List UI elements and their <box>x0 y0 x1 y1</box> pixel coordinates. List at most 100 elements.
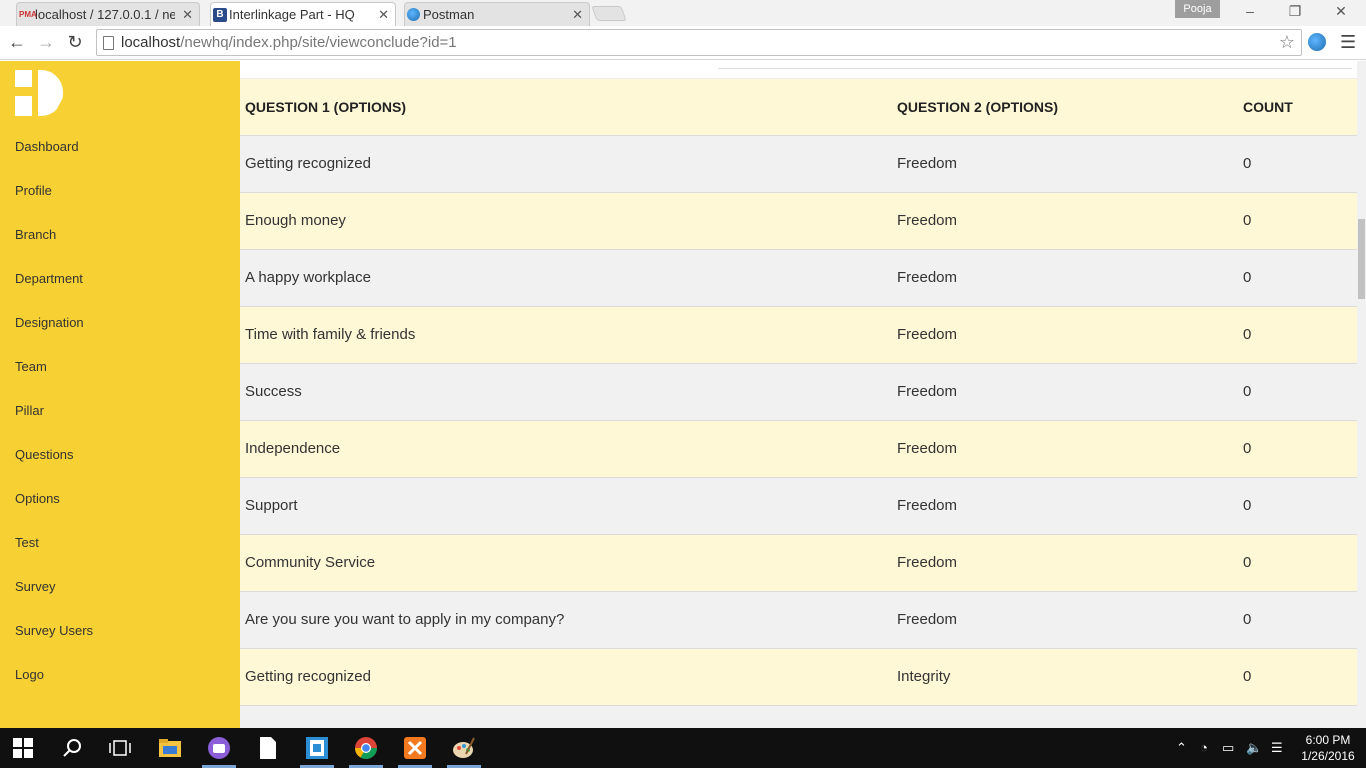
sidebar-item-team[interactable]: Team <box>15 359 47 374</box>
profile-badge[interactable]: Pooja <box>1175 0 1220 18</box>
notification-icon[interactable]: ☰ <box>1271 740 1283 756</box>
cell-count: 0 <box>1243 611 1252 628</box>
table-row: Success Freedom 0 <box>240 364 1357 421</box>
forward-icon[interactable]: → <box>35 32 57 53</box>
cell-question2: Freedom <box>897 383 958 400</box>
cell-question1: Getting recognized <box>245 155 371 172</box>
address-bar[interactable]: localhost/newhq/index.php/site/viewconcl… <box>96 29 1302 56</box>
cell-question1: Independence <box>245 440 341 457</box>
restore-icon[interactable]: ❐ <box>1285 3 1305 20</box>
sidebar-item-pillar[interactable]: Pillar <box>15 403 44 418</box>
column-header-question2[interactable]: QUESTION 2 (OPTIONS) <box>897 99 1058 115</box>
page-icon <box>103 36 114 50</box>
new-tab-button[interactable] <box>591 6 627 21</box>
sidebar-item-test[interactable]: Test <box>15 535 39 550</box>
close-icon[interactable]: ✕ <box>378 7 389 23</box>
phpmyadmin-icon: PMA <box>19 10 37 19</box>
sidebar-item-logo[interactable]: Logo <box>15 667 44 682</box>
url-host: localhost <box>121 34 181 51</box>
reload-icon[interactable]: ↻ <box>64 32 86 53</box>
sidebar-item-questions[interactable]: Questions <box>15 447 74 462</box>
cell-count: 0 <box>1243 668 1252 685</box>
cell-question1: Community Service <box>245 554 376 571</box>
bookmark-star-icon[interactable]: ☆ <box>1279 32 1295 53</box>
main-content: QUESTION 1 (OPTIONS) QUESTION 2 (OPTIONS… <box>240 61 1357 728</box>
table-row: A happy workplace Freedom 0 <box>240 250 1357 307</box>
tab-phpmyadmin[interactable]: PMA localhost / 127.0.0.1 / new ✕ <box>16 2 200 26</box>
sublime-icon[interactable] <box>305 736 329 760</box>
xampp-icon[interactable] <box>403 736 427 760</box>
bootstrap-icon: B <box>213 8 227 22</box>
table-row: Time with family & friends Freedom 0 <box>240 307 1357 364</box>
cell-count: 0 <box>1243 155 1252 172</box>
globe-icon <box>407 8 420 21</box>
chrome-icon[interactable] <box>354 736 378 760</box>
table-row: Getting recognized Integrity 0 <box>240 649 1357 706</box>
cell-question1: Enough money <box>245 212 346 229</box>
scrollbar-thumb[interactable] <box>1358 219 1365 299</box>
url-text[interactable]: localhost/newhq/index.php/site/viewconcl… <box>121 34 457 51</box>
table-row: Independence Freedom 0 <box>240 421 1357 478</box>
browser-tab-strip: PMA localhost / 127.0.0.1 / new ✕ B Inte… <box>0 0 1366 26</box>
column-header-question1[interactable]: QUESTION 1 (OPTIONS) <box>245 99 406 115</box>
cell-question2: Freedom <box>897 611 958 628</box>
cell-count: 0 <box>1243 326 1252 343</box>
sidebar-item-survey[interactable]: Survey <box>15 579 55 594</box>
close-icon[interactable]: ✕ <box>572 7 583 23</box>
page-scrollbar[interactable] <box>1357 61 1366 728</box>
extension-globe-icon[interactable] <box>1308 33 1326 51</box>
sidebar-item-designation[interactable]: Designation <box>15 315 84 330</box>
cell-question2: Freedom <box>897 497 958 514</box>
sidebar-item-options[interactable]: Options <box>15 491 60 506</box>
file-explorer-icon[interactable] <box>158 736 182 760</box>
clock-time: 6:00 PM <box>1305 733 1351 747</box>
cell-question1: Are you sure you want to apply in my com… <box>245 611 565 628</box>
tab-title: Postman <box>423 7 475 22</box>
menu-icon[interactable]: ☰ <box>1340 32 1356 53</box>
cell-count: 0 <box>1243 383 1252 400</box>
column-header-count[interactable]: COUNT <box>1243 99 1293 115</box>
search-icon[interactable] <box>61 736 85 760</box>
back-icon[interactable]: ← <box>6 32 28 53</box>
close-window-icon[interactable]: ✕ <box>1331 3 1351 20</box>
battery-icon[interactable]: ▭ <box>1222 740 1234 756</box>
cell-count: 0 <box>1243 497 1252 514</box>
windows-taskbar: ⌃ ◔ ▭ 🔈 ☰ 6:00 PM 1/26/2016 <box>0 728 1366 768</box>
cell-question1: Success <box>245 383 302 400</box>
tab-postman[interactable]: Postman ✕ <box>404 2 590 26</box>
visual-studio-icon[interactable] <box>207 736 231 760</box>
divider <box>718 68 1352 69</box>
cell-question1: Time with family & friends <box>245 326 416 343</box>
sidebar-item-branch[interactable]: Branch <box>15 227 56 242</box>
table-row <box>240 706 1357 728</box>
cell-question1: Support <box>245 497 298 514</box>
tab-interlinkage[interactable]: B Interlinkage Part - HQ ✕ <box>210 2 396 26</box>
sidebar-item-department[interactable]: Department <box>15 271 83 286</box>
url-path: /newhq/index.php/site/viewconclude?id=1 <box>180 34 457 51</box>
close-icon[interactable]: ✕ <box>182 7 193 23</box>
windows-start-icon[interactable] <box>13 738 33 758</box>
logo-icon[interactable] <box>15 70 65 118</box>
sidebar-item-profile[interactable]: Profile <box>15 183 52 198</box>
volume-icon[interactable]: 🔈 <box>1246 740 1262 756</box>
table-row: Getting recognized Freedom 0 <box>240 136 1357 193</box>
table-header: QUESTION 1 (OPTIONS) QUESTION 2 (OPTIONS… <box>240 79 1357 136</box>
sidebar-item-dashboard[interactable]: Dashboard <box>15 139 79 154</box>
tab-title: Interlinkage Part - HQ <box>229 7 355 22</box>
clock[interactable]: 6:00 PM 1/26/2016 <box>1298 732 1358 764</box>
cell-question2: Freedom <box>897 269 958 286</box>
sidebar: Dashboard Profile Branch Department Desi… <box>0 61 240 728</box>
cell-count: 0 <box>1243 554 1252 571</box>
sidebar-item-survey-users[interactable]: Survey Users <box>15 623 93 638</box>
minimize-icon[interactable]: – <box>1240 3 1260 19</box>
cell-question1: Getting recognized <box>245 668 371 685</box>
paint-icon[interactable] <box>452 736 476 760</box>
browser-toolbar: ← → ↻ localhost/newhq/index.php/site/vie… <box>0 26 1366 60</box>
chevron-up-icon[interactable]: ⌃ <box>1176 740 1187 756</box>
cell-question2: Freedom <box>897 440 958 457</box>
notepad-icon[interactable] <box>256 736 280 760</box>
wifi-icon[interactable]: ◔ <box>1200 740 1208 755</box>
task-view-icon[interactable] <box>108 736 132 760</box>
table-row: Community Service Freedom 0 <box>240 535 1357 592</box>
tab-title: localhost / 127.0.0.1 / new <box>35 7 175 22</box>
